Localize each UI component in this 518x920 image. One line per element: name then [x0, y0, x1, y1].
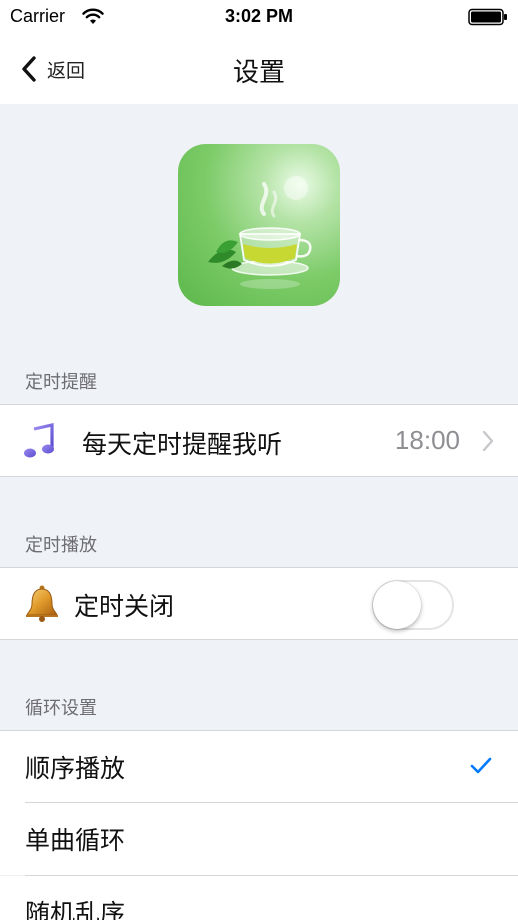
section-header-loop: 循环设置	[25, 698, 97, 719]
section-header-timer: 定时播放	[25, 535, 97, 556]
timer-close-label: 定时关闭	[74, 592, 175, 621]
section-header-reminder: 定时提醒	[25, 372, 97, 393]
battery-icon	[468, 8, 507, 26]
checkmark-icon	[470, 757, 492, 774]
loop-option-shuffle[interactable]: 随机乱序	[0, 876, 518, 920]
timer-close-toggle[interactable]	[372, 580, 454, 630]
status-time: 3:02 PM	[224, 6, 294, 26]
daily-reminder-label: 每天定时提醒我听	[82, 430, 283, 459]
status-bar: Carrier 3:02 PM	[0, 0, 518, 34]
music-note-icon	[24, 423, 54, 458]
loop-option-label: 顺序播放	[25, 754, 126, 783]
green-tea-cup-icon	[178, 144, 340, 306]
page-title: 设置	[232, 58, 285, 88]
loop-option-label: 单曲循环	[25, 826, 126, 855]
loop-option-sequential[interactable]: 顺序播放	[0, 731, 518, 803]
daily-reminder-row[interactable]: 每天定时提醒我听 18:00	[0, 404, 518, 477]
bell-icon	[26, 585, 58, 622]
navigation-bar: 返回 设置	[0, 34, 518, 104]
timer-close-row: 定时关闭	[0, 567, 518, 640]
loop-option-single[interactable]: 单曲循环	[0, 803, 518, 875]
loop-option-label: 随机乱序	[25, 899, 126, 920]
chevron-right-icon	[482, 430, 494, 452]
reminder-time-value: 18:00	[394, 425, 460, 455]
toggle-knob	[373, 581, 421, 629]
